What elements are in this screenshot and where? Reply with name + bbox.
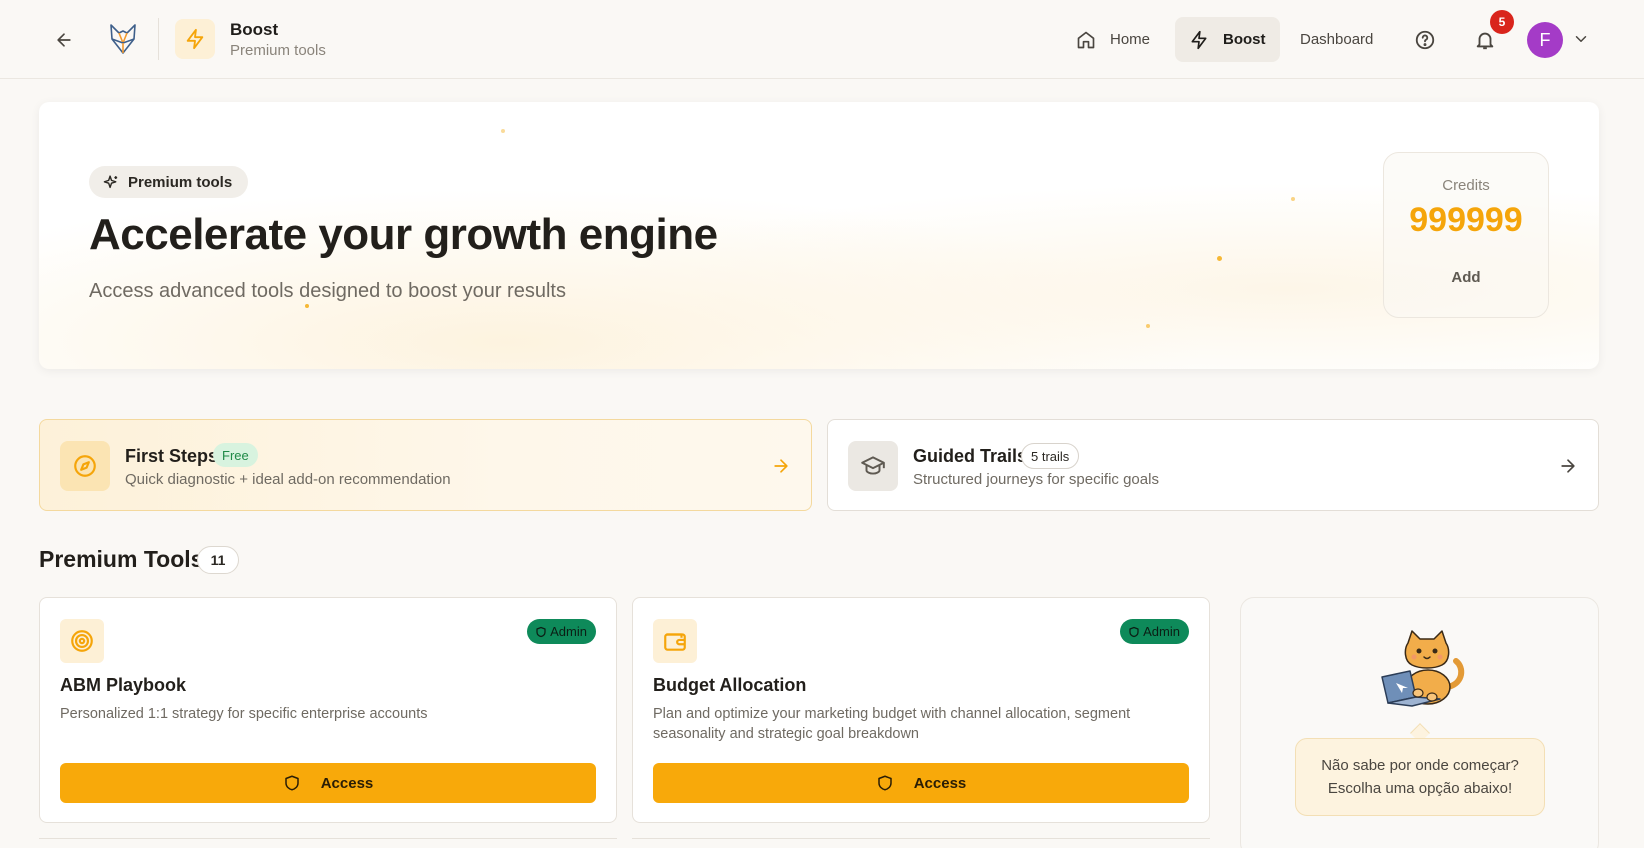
shield-icon bbox=[877, 775, 892, 791]
next-row-edge bbox=[632, 838, 1210, 839]
shield-icon bbox=[536, 626, 546, 637]
first-steps-icon-box bbox=[60, 441, 110, 491]
free-badge: Free bbox=[213, 443, 258, 467]
admin-badge-label: Admin bbox=[550, 624, 587, 639]
first-steps-title: First Steps bbox=[125, 446, 219, 466]
decor-dot bbox=[1217, 256, 1222, 261]
boost-app-icon bbox=[175, 19, 215, 59]
help-circle-icon bbox=[1415, 30, 1435, 50]
notification-count-badge: 5 bbox=[1490, 10, 1514, 34]
arrow-right-icon bbox=[774, 459, 788, 473]
chevron-down-icon[interactable] bbox=[1572, 30, 1590, 48]
decor-dot bbox=[1291, 197, 1295, 201]
guided-trails-icon-box bbox=[848, 441, 898, 491]
decor-dot bbox=[501, 129, 505, 133]
fox-logo-icon[interactable] bbox=[108, 22, 138, 56]
hero-title: Accelerate your growth engine bbox=[89, 210, 718, 259]
decor-dot bbox=[1146, 324, 1150, 328]
nav-dashboard-label: Dashboard bbox=[1300, 31, 1374, 48]
tool-description: Personalized 1:1 strategy for specific e… bbox=[60, 706, 428, 722]
admin-badge-label: Admin bbox=[1143, 624, 1180, 639]
trails-count-badge: 5 trails bbox=[1021, 443, 1080, 469]
admin-badge: Admin bbox=[527, 619, 596, 644]
credits-label: Credits bbox=[1442, 177, 1490, 194]
decor-dot bbox=[305, 304, 309, 308]
bell-icon bbox=[1476, 32, 1494, 50]
premium-tools-pill-label: Premium tools bbox=[128, 173, 233, 191]
tool-description: Plan and optimize your marketing budget … bbox=[653, 706, 1131, 742]
nav-home-label: Home bbox=[1110, 31, 1151, 48]
nav-dashboard[interactable]: Dashboard bbox=[1288, 17, 1385, 62]
tool-icon-box bbox=[653, 619, 697, 663]
shield-icon bbox=[284, 775, 299, 791]
hero-subtitle: Access advanced tools designed to boost … bbox=[89, 280, 566, 302]
compass-icon bbox=[74, 455, 96, 477]
target-icon bbox=[71, 630, 93, 652]
tool-title: Budget Allocation bbox=[653, 675, 807, 695]
tool-title: ABM Playbook bbox=[60, 675, 187, 695]
home-icon bbox=[1077, 31, 1095, 48]
premium-tools-pill: Premium tools bbox=[89, 166, 249, 198]
admin-badge: Admin bbox=[1120, 619, 1189, 644]
credits-card: Credits 999999 Add bbox=[1383, 152, 1549, 318]
access-button[interactable]: Access bbox=[60, 763, 596, 803]
credits-value: 999999 bbox=[1409, 201, 1523, 239]
header-divider bbox=[158, 18, 159, 60]
premium-tools-count-badge: 11 bbox=[197, 546, 239, 574]
wallet-icon bbox=[664, 633, 686, 651]
arrow-right-icon bbox=[1561, 459, 1575, 473]
bolt-icon bbox=[1191, 30, 1207, 49]
nav-home[interactable]: Home bbox=[1064, 17, 1162, 62]
shield-icon bbox=[1129, 626, 1139, 637]
hero-banner: Premium tools Accelerate your growth eng… bbox=[39, 102, 1599, 369]
user-avatar[interactable]: F bbox=[1527, 22, 1563, 58]
tool-icon-box bbox=[60, 619, 104, 663]
bolt-icon bbox=[186, 28, 204, 50]
cat-mascot-icon bbox=[1381, 630, 1465, 707]
back-button[interactable] bbox=[48, 24, 80, 56]
assistant-speech-bubble: Não sabe por onde começar? Escolha uma o… bbox=[1295, 738, 1545, 816]
nav-boost[interactable]: Boost bbox=[1175, 17, 1280, 62]
add-credits-button[interactable]: Add bbox=[1384, 269, 1548, 286]
app-title: Boost bbox=[230, 20, 279, 39]
tool-card-budget-allocation: Admin Budget Allocation Plan and optimiz… bbox=[632, 597, 1210, 823]
app-subtitle: Premium tools bbox=[230, 42, 326, 59]
guided-trails-card[interactable]: Guided Trails 5 trails Structured journe… bbox=[827, 419, 1599, 511]
graduation-cap-icon bbox=[861, 456, 885, 475]
premium-tools-heading: Premium Tools bbox=[39, 546, 204, 572]
first-steps-description: Quick diagnostic + ideal add-on recommen… bbox=[125, 471, 451, 488]
assistant-line-2: Escolha uma opção abaixo! bbox=[1327, 780, 1513, 797]
assistant-line-1: Não sabe por onde começar? bbox=[1321, 757, 1519, 774]
help-button[interactable] bbox=[1410, 25, 1440, 55]
access-button[interactable]: Access bbox=[653, 763, 1189, 803]
access-button-label: Access bbox=[320, 774, 374, 792]
top-bar: Boost Premium tools Home Boost Dashboard… bbox=[0, 0, 1644, 79]
next-row-edge bbox=[39, 838, 617, 839]
sparkles-icon bbox=[103, 174, 118, 188]
access-button-label: Access bbox=[913, 774, 967, 792]
tool-card-abm-playbook: Admin ABM Playbook Personalized 1:1 stra… bbox=[39, 597, 617, 823]
first-steps-card[interactable]: First Steps Free Quick diagnostic + idea… bbox=[39, 419, 812, 511]
assistant-panel: Não sabe por onde começar? Escolha uma o… bbox=[1240, 597, 1599, 848]
guided-trails-title: Guided Trails bbox=[913, 446, 1028, 466]
nav-boost-label: Boost bbox=[1223, 31, 1266, 48]
guided-trails-description: Structured journeys for specific goals bbox=[913, 471, 1159, 488]
arrow-left-icon bbox=[57, 33, 71, 47]
